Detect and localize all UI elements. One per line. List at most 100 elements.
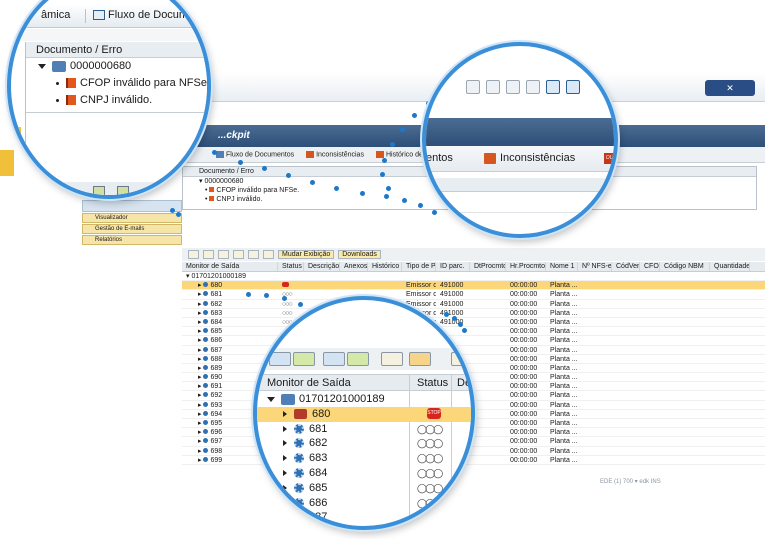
table-cell: 00:00:00: [510, 392, 538, 400]
table-cell: 00:00:00: [510, 337, 538, 345]
col-header[interactable]: Histórico: [368, 262, 402, 271]
find-button[interactable]: [323, 352, 345, 366]
col-header[interactable]: Quantidade: [710, 262, 750, 271]
mudar-exibicao-button[interactable]: Mudar Exibição: [278, 250, 335, 259]
table-row[interactable]: ▸ 686 00:00:00 Planta ...: [182, 336, 765, 346]
downloads-button[interactable]: Downloads: [338, 250, 381, 259]
nav-gestao-emails[interactable]: Gestão de E-mails: [82, 224, 182, 234]
layout-button[interactable]: [409, 352, 431, 366]
table-cell: [470, 318, 506, 326]
sort-button[interactable]: [203, 250, 214, 259]
inconsistencias-button[interactable]: Inconsistências: [306, 150, 364, 159]
table-row[interactable]: 686 ◯◯◯: [257, 496, 471, 511]
inconsistencias-label: Inconsistências: [316, 151, 364, 159]
col-header[interactable]: Nome 1: [546, 262, 578, 271]
sum-button[interactable]: [233, 250, 244, 259]
expand-arrow-icon[interactable]: [283, 514, 287, 521]
col-header[interactable]: CFOP: [640, 262, 660, 271]
expand-arrow-icon[interactable]: [283, 440, 287, 447]
new-window-icon[interactable]: [546, 80, 560, 94]
pending-status-icon: ○○○: [282, 309, 293, 317]
expand-arrow-icon[interactable]: [283, 484, 287, 491]
grid-root-row[interactable]: 01701201000189: [257, 392, 471, 407]
table-cell: 491000: [440, 282, 464, 290]
filter-button[interactable]: [188, 250, 199, 259]
expand-arrow-icon[interactable]: [267, 396, 275, 402]
tree-root[interactable]: 0000000680: [26, 58, 207, 75]
expand-arrow-icon[interactable]: [38, 63, 46, 69]
inconsistencias-button[interactable]: Inconsistências: [484, 152, 575, 164]
shortcut-icon[interactable]: [566, 80, 580, 94]
table-row[interactable]: 687: [257, 510, 471, 525]
find-button[interactable]: [218, 250, 229, 259]
expand-arrow-icon[interactable]: [283, 425, 287, 432]
print-button[interactable]: [381, 352, 403, 366]
table-row[interactable]: ▸ 681○○○Emissor da49100000:00:00Planta .…: [182, 290, 765, 300]
fluxo-button[interactable]: Fluxo de Documentos: [216, 150, 294, 158]
toolbar-partial-label[interactable]: âmica: [41, 9, 70, 21]
layout-button[interactable]: [263, 250, 274, 259]
window-close-tab[interactable]: ✕: [705, 80, 755, 96]
col-status[interactable]: Status: [417, 375, 448, 391]
export-button[interactable]: [451, 352, 471, 366]
table-row[interactable]: ▸ 683○○○Emissor da49100000:00:00Planta .…: [182, 309, 765, 318]
table-row[interactable]: ▸ 682○○○Emissor da49100000:00:00Planta .…: [182, 300, 765, 309]
table-row[interactable]: 683 ◯◯◯: [257, 451, 471, 466]
spacer: [11, 29, 207, 41]
col-header[interactable]: DtProcmto.: [470, 262, 506, 271]
table-cell: [470, 419, 506, 427]
tree-error-item[interactable]: CFOP inválido para NFSe.: [26, 75, 207, 92]
col-header[interactable]: Monitor de Saída: [182, 262, 278, 271]
sort-button[interactable]: [293, 352, 315, 366]
col-header[interactable]: Descrição: [304, 262, 340, 271]
filter-button[interactable]: [269, 352, 291, 366]
document-flow-icon: [93, 10, 105, 21]
table-row[interactable]: ▸ 684○○○Emissor da49100000:00:00Planta .…: [182, 318, 765, 328]
connector-dot: [262, 166, 267, 171]
page-next-icon[interactable]: [506, 80, 520, 94]
table-row[interactable]: ▸ 685 00:00:00 Planta ...: [182, 327, 765, 337]
historico-partial[interactable]: entos: [426, 152, 453, 164]
expand-arrow-icon[interactable]: [283, 470, 287, 477]
table-row[interactable]: 684 ◯◯◯: [257, 466, 471, 481]
sum-button[interactable]: [117, 186, 129, 195]
row-id: 684: [210, 318, 223, 326]
page-last-icon[interactable]: [526, 80, 540, 94]
expand-arrow-icon[interactable]: [283, 499, 287, 506]
table-cell: ▸ 685: [198, 328, 223, 336]
table-row[interactable]: 680 STOP: [257, 406, 471, 422]
grid-root-value: 01701201000189: [191, 273, 246, 280]
row-id: 686: [210, 337, 223, 345]
find-button[interactable]: [93, 186, 105, 195]
sum-button[interactable]: [347, 352, 369, 366]
col-header[interactable]: Hr.Procmto.: [506, 262, 546, 271]
col-monitor-saida[interactable]: Monitor de Saída: [267, 375, 351, 391]
nav-visualizador[interactable]: Visualizador: [82, 213, 182, 223]
grid-root-row[interactable]: ▾ 01701201000189: [182, 272, 765, 282]
col-header[interactable]: Status: [278, 262, 304, 271]
col-header[interactable]: Nº NFS-e: [578, 262, 612, 271]
col-header[interactable]: Tipo de Pa: [402, 262, 436, 271]
nav-relatorios[interactable]: Relatórios: [82, 235, 182, 245]
expand-arrow-icon[interactable]: [283, 410, 287, 417]
col-header[interactable]: ID parc.: [436, 262, 470, 271]
connector-dot: [412, 113, 417, 118]
row-id: 698: [210, 447, 223, 455]
col-header[interactable]: CódVerif: [612, 262, 640, 271]
table-cell: 00:00:00: [510, 309, 538, 317]
col-header[interactable]: Anexos: [340, 262, 368, 271]
inconsistency-icon: [484, 152, 496, 164]
table-row[interactable]: 682 ◯◯◯: [257, 436, 471, 451]
page-prev-icon[interactable]: [486, 80, 500, 94]
print-button[interactable]: [248, 250, 259, 259]
gear-icon: [203, 318, 209, 324]
fluxo-button[interactable]: Fluxo de Documentos: [93, 9, 207, 21]
expand-arrow-icon[interactable]: [283, 455, 287, 462]
col-header[interactable]: Código NBM: [660, 262, 710, 271]
table-row[interactable]: ▸ 680 Emissor da 491000 00:00:00 Planta ...: [182, 281, 765, 291]
gear-icon: [203, 410, 209, 416]
page-first-icon[interactable]: [466, 80, 480, 94]
tree-error-item[interactable]: CNPJ inválido.: [26, 92, 207, 109]
table-row[interactable]: 685 ◯◯◯: [257, 481, 471, 496]
table-row[interactable]: 681 ◯◯◯: [257, 422, 471, 437]
